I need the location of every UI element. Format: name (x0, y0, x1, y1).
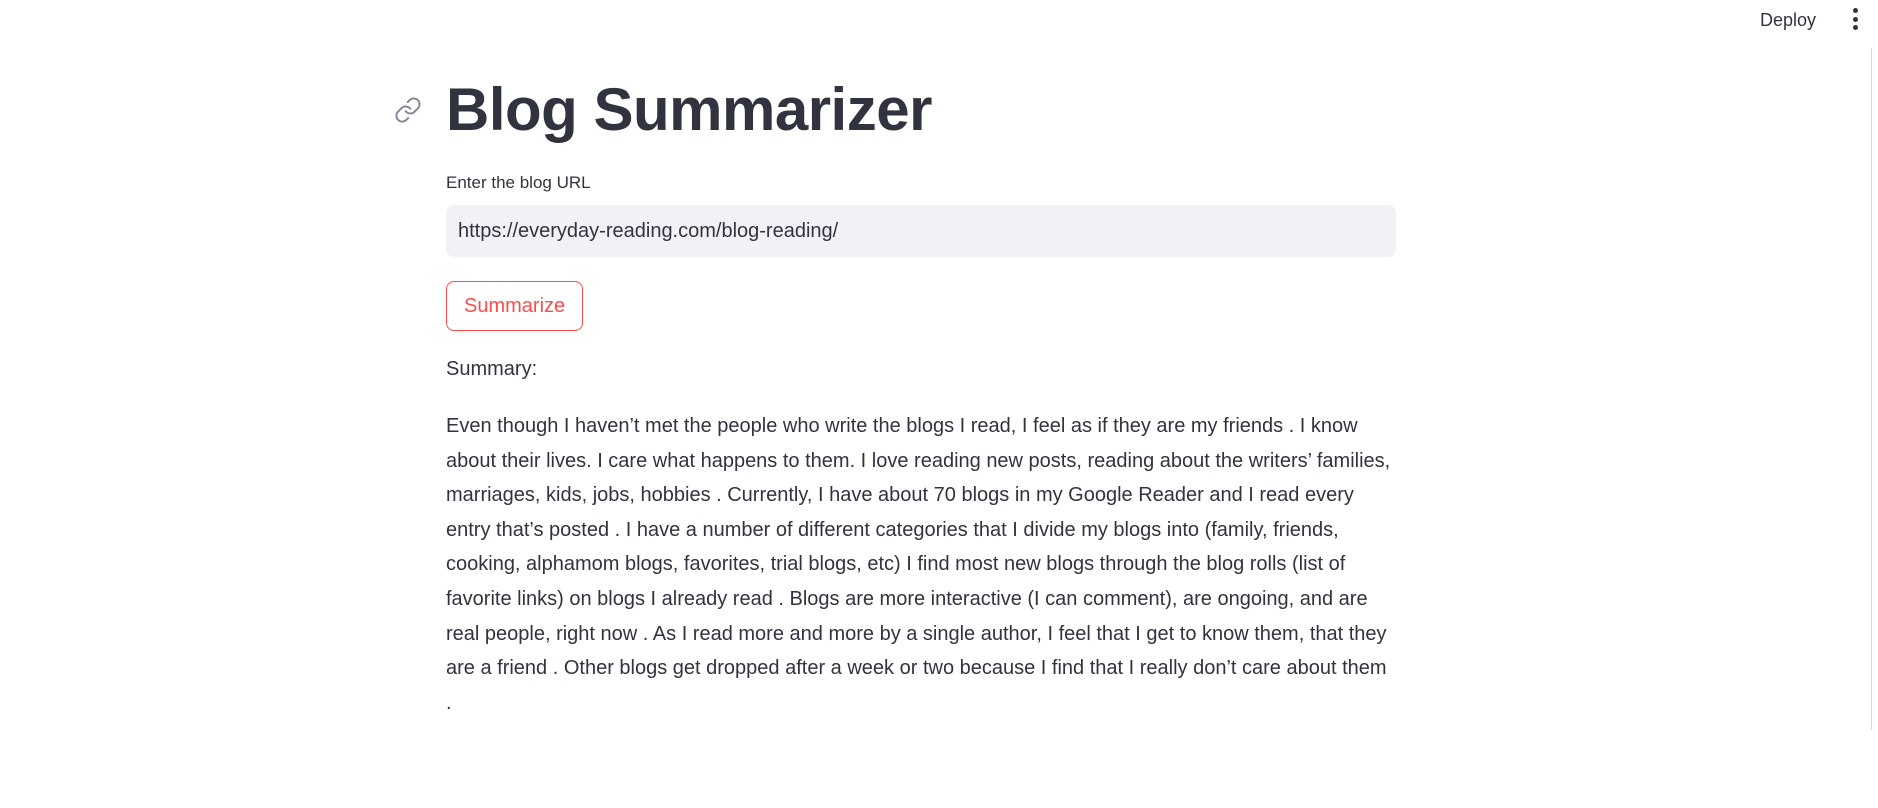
blog-url-input[interactable] (446, 205, 1396, 257)
kebab-dot (1852, 25, 1858, 30)
deploy-button[interactable]: Deploy (1754, 6, 1822, 35)
kebab-dot (1852, 8, 1858, 13)
summary-heading: Summary: (446, 358, 538, 380)
summary-text: Even though I haven’t met the people who… (446, 415, 1391, 714)
title-row: Blog Summarizer (395, 70, 1396, 150)
main-content: Blog Summarizer Enter the blog URL Summa… (395, 70, 1396, 720)
app-page: Deploy Blog Summarizer Enter the blog UR… (0, 0, 1878, 808)
url-field-label: Enter the blog URL (446, 173, 591, 192)
kebab-vertical-icon[interactable] (1850, 8, 1860, 30)
summarize-button[interactable]: Summarize (446, 281, 584, 331)
kebab-dot (1852, 16, 1858, 22)
scrollbar-track[interactable] (1871, 48, 1872, 730)
page-title: Blog Summarizer (446, 76, 932, 143)
link-icon[interactable] (394, 96, 422, 124)
